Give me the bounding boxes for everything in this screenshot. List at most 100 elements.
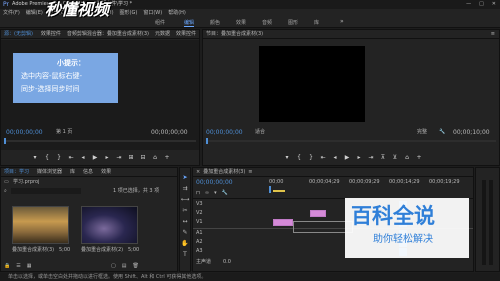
timeline-clip[interactable] bbox=[273, 219, 293, 226]
go-to-in-icon[interactable]: ⇤ bbox=[68, 154, 74, 161]
program-playhead[interactable] bbox=[206, 138, 208, 144]
workspace-color[interactable]: 颜色 bbox=[210, 19, 220, 26]
clear-icon[interactable]: 🗑 bbox=[132, 264, 138, 269]
master-track-value[interactable]: 0.0 bbox=[223, 260, 231, 265]
timeline-timecode[interactable]: 00;00;00;00 bbox=[196, 180, 233, 186]
tab-effects[interactable]: 效果 bbox=[101, 169, 111, 175]
list-view-icon[interactable]: ☰ bbox=[16, 264, 20, 269]
marker-icon[interactable]: ▾ bbox=[32, 154, 38, 161]
new-bin-icon[interactable]: ▢ bbox=[111, 264, 116, 269]
work-area-bar[interactable] bbox=[273, 190, 285, 192]
source-playhead[interactable] bbox=[4, 138, 6, 144]
play-icon[interactable]: ▶ bbox=[92, 154, 98, 161]
mark-in-icon[interactable]: { bbox=[296, 154, 302, 161]
step-forward-icon[interactable]: ▸ bbox=[356, 154, 362, 161]
add-marker-icon[interactable]: ▾ bbox=[214, 190, 217, 196]
tab-effect-controls-2[interactable]: 效果控件 bbox=[176, 31, 196, 37]
search-icon[interactable]: ⌕ bbox=[4, 189, 7, 194]
tab-project[interactable]: 项目：学习 bbox=[4, 169, 29, 175]
tab-libraries[interactable]: 库 bbox=[70, 169, 75, 175]
tab-source[interactable]: 源：(无剪辑) bbox=[4, 31, 33, 37]
workspace-audio[interactable]: 音频 bbox=[262, 19, 272, 26]
tip-heading: 小提示： bbox=[57, 59, 85, 67]
ruler-label: 00;00 bbox=[269, 179, 284, 185]
program-video-frame[interactable] bbox=[259, 46, 365, 122]
insert-icon[interactable]: ⊞ bbox=[128, 154, 134, 161]
go-to-out-icon[interactable]: ⇥ bbox=[116, 154, 122, 161]
menu-help[interactable]: 帮助(H) bbox=[168, 11, 186, 16]
menu-graphics[interactable]: 图形(G) bbox=[120, 11, 138, 16]
selection-tool-icon[interactable]: ➤ bbox=[182, 174, 187, 181]
lift-icon[interactable]: ⊼ bbox=[380, 154, 386, 161]
pen-tool-icon[interactable]: ✎ bbox=[182, 229, 187, 236]
program-title[interactable]: 节目：叠加重合成素材(3) bbox=[206, 31, 263, 37]
close-button[interactable]: ✕ bbox=[492, 2, 496, 7]
new-item-icon[interactable]: ▤ bbox=[122, 264, 127, 269]
track-select-tool-icon[interactable]: ⇉ bbox=[182, 185, 187, 192]
source-page-select[interactable]: 第 1 页 bbox=[56, 130, 72, 135]
maximize-button[interactable]: □ bbox=[479, 2, 484, 7]
menu-file[interactable]: 文件(F) bbox=[3, 11, 20, 16]
timeline-clip[interactable] bbox=[310, 210, 326, 217]
add-button-icon[interactable]: + bbox=[164, 154, 170, 161]
program-menu-icon[interactable]: ≡ bbox=[491, 31, 495, 37]
mark-out-icon[interactable]: } bbox=[308, 154, 314, 161]
program-quality-select[interactable]: 完整 bbox=[417, 130, 427, 135]
type-tool-icon[interactable]: T bbox=[183, 251, 187, 258]
workspace-graphics[interactable]: 图形 bbox=[288, 19, 298, 26]
step-back-icon[interactable]: ◂ bbox=[332, 154, 338, 161]
step-back-icon[interactable]: ◂ bbox=[80, 154, 86, 161]
more-workspaces-icon[interactable]: » bbox=[340, 19, 344, 25]
workspace-libraries[interactable]: 库 bbox=[314, 19, 319, 26]
workspace-effects[interactable]: 效果 bbox=[236, 19, 246, 26]
ripple-edit-tool-icon[interactable]: ⟷ bbox=[181, 196, 190, 203]
timeline-close-icon[interactable]: × bbox=[196, 169, 200, 175]
program-fit-select[interactable]: 适合 bbox=[255, 130, 265, 135]
timeline-sequence-tab[interactable]: 叠加重合成素材(3) bbox=[203, 169, 245, 175]
export-frame-icon[interactable]: ⌂ bbox=[152, 154, 158, 161]
go-to-in-icon[interactable]: ⇤ bbox=[320, 154, 326, 161]
marker-icon[interactable]: ▾ bbox=[284, 154, 290, 161]
source-timecode-in[interactable]: 00;00;00;00 bbox=[6, 130, 43, 136]
clip-thumbnail-sunset[interactable] bbox=[12, 206, 69, 244]
source-transport: ▾ { } ⇤ ◂ ▶ ▸ ⇥ ⊞ ⊟ ⌂ + bbox=[21, 153, 181, 161]
slip-tool-icon[interactable]: ↔ bbox=[182, 218, 187, 225]
tab-effect-controls[interactable]: 效果控件 bbox=[41, 31, 61, 37]
timeline-playhead[interactable] bbox=[269, 186, 271, 193]
linked-selection-icon[interactable]: ∞ bbox=[205, 190, 209, 196]
project-search-input[interactable] bbox=[11, 188, 81, 194]
timeline-menu-icon[interactable]: ≡ bbox=[248, 169, 252, 175]
snap-icon[interactable]: ⊓ bbox=[196, 190, 200, 196]
step-forward-icon[interactable]: ▸ bbox=[104, 154, 110, 161]
mark-out-icon[interactable]: } bbox=[56, 154, 62, 161]
mark-in-icon[interactable]: { bbox=[44, 154, 50, 161]
add-button-icon[interactable]: + bbox=[416, 154, 422, 161]
play-icon[interactable]: ▶ bbox=[344, 154, 350, 161]
workspace-assembly[interactable]: 组件 bbox=[155, 19, 165, 26]
menu-window[interactable]: 窗口(W) bbox=[143, 11, 162, 16]
ruler-label: 00;00;09;29 bbox=[349, 179, 380, 185]
tab-info[interactable]: 信息 bbox=[83, 169, 93, 175]
timeline-settings-icon[interactable]: 🔧 bbox=[222, 190, 228, 196]
razor-tool-icon[interactable]: ✂ bbox=[182, 207, 187, 214]
program-timecode-in[interactable]: 00;00;00;00 bbox=[206, 130, 243, 136]
wrench-icon[interactable]: 🔧 bbox=[439, 130, 445, 135]
tip-card: 小提示： 选中内容-鼠标右键- 同步-选择同步时间 bbox=[13, 53, 118, 103]
program-scrubber[interactable] bbox=[206, 138, 496, 144]
icon-view-icon[interactable]: ▦ bbox=[27, 264, 32, 269]
go-to-out-icon[interactable]: ⇥ bbox=[368, 154, 374, 161]
tab-media-browser[interactable]: 媒体浏览器 bbox=[37, 169, 62, 175]
source-scrubber[interactable] bbox=[4, 138, 196, 144]
lock-icon[interactable]: 🔒 bbox=[4, 264, 10, 269]
hand-tool-icon[interactable]: ✋ bbox=[181, 240, 188, 247]
overwrite-icon[interactable]: ⊟ bbox=[140, 154, 146, 161]
clip-thumbnail-night-sky[interactable] bbox=[81, 206, 138, 244]
minimize-button[interactable]: — bbox=[466, 2, 471, 7]
workspace-editing[interactable]: 编辑 bbox=[184, 19, 195, 27]
menu-edit[interactable]: 编辑(E) bbox=[26, 11, 43, 16]
export-frame-icon[interactable]: ⌂ bbox=[404, 154, 410, 161]
extract-icon[interactable]: ⊻ bbox=[392, 154, 398, 161]
clip-name: 叠加重合成素材(2) bbox=[81, 247, 124, 253]
tab-metadata[interactable]: 元数据 bbox=[155, 31, 170, 37]
tab-audio-clip-mixer[interactable]: 音频剪辑混合器：叠加重合成素材(3) bbox=[67, 31, 149, 37]
